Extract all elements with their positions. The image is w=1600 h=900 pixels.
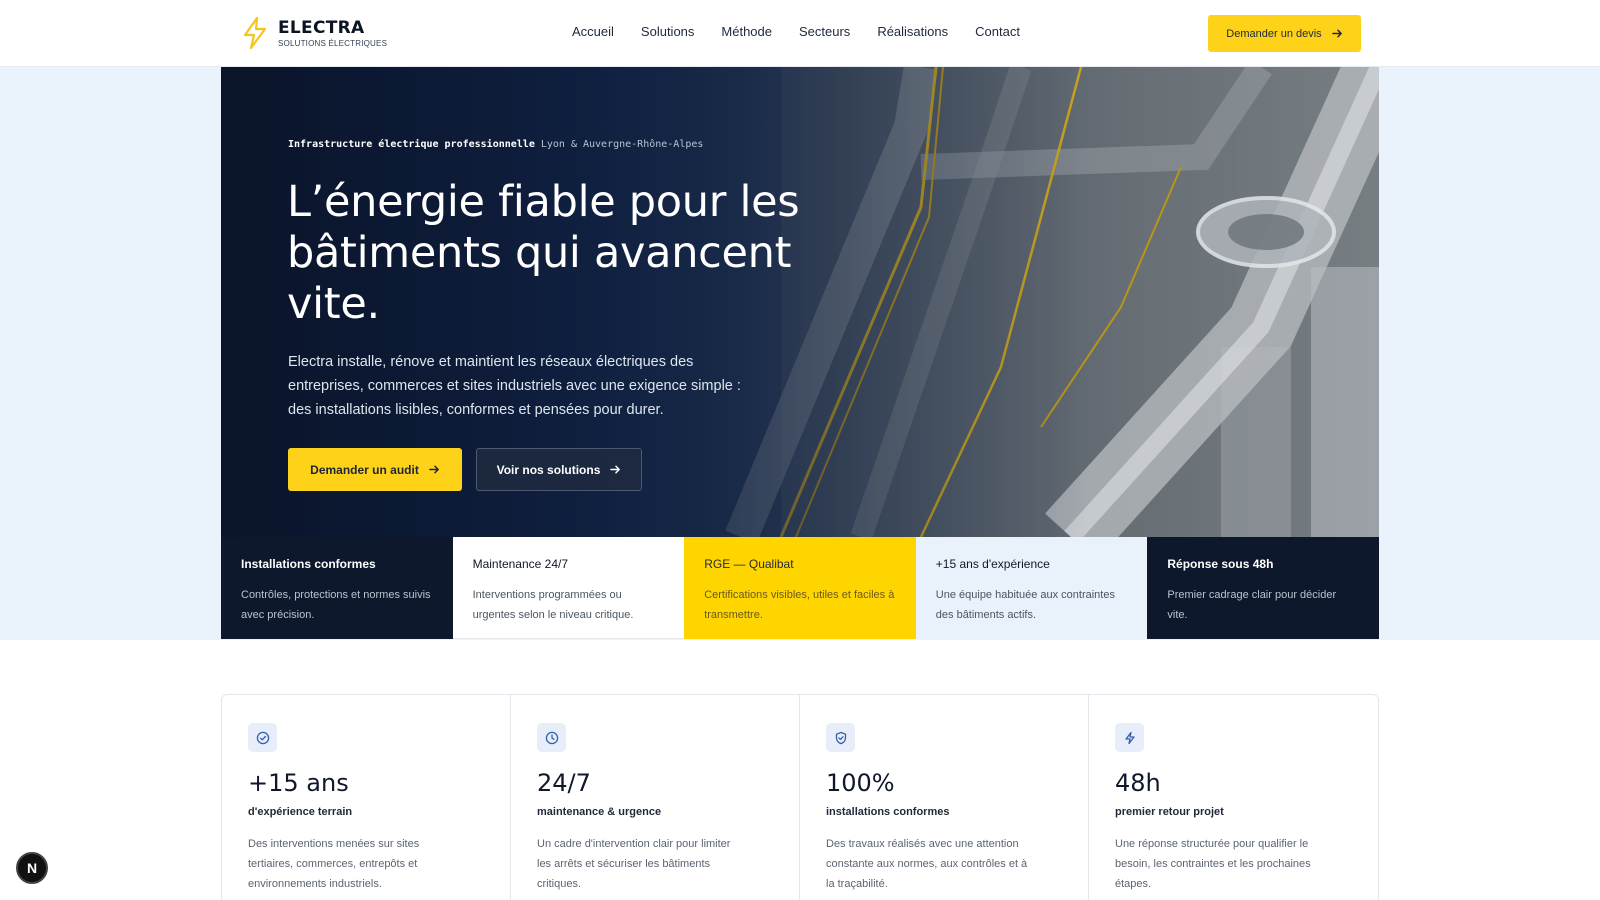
check-circle-icon <box>248 723 277 752</box>
brand-name: ELECTRA <box>278 18 365 38</box>
hero-eyebrow: Infrastructure électrique professionnell… <box>288 139 703 150</box>
stat-card: 100% installations conformes Des travaux… <box>800 695 1089 900</box>
nav-item-solutions[interactable]: Solutions <box>641 24 694 39</box>
nav-item-methode[interactable]: Méthode <box>721 24 772 39</box>
request-audit-label: Demander un audit <box>310 462 419 477</box>
see-solutions-label: Voir nos solutions <box>496 462 601 477</box>
dev-tools-badge[interactable]: N <box>16 852 48 884</box>
feature-card: +15 ans d'expérience Une équipe habituée… <box>915 537 1148 639</box>
arrow-right-icon <box>1331 29 1342 38</box>
brand-logo[interactable]: ELECTRA SOLUTIONS ÉLECTRIQUES <box>240 16 387 50</box>
stat-label: maintenance & urgence <box>537 806 662 818</box>
eyebrow-strong: Infrastructure électrique professionnell… <box>288 139 535 150</box>
feature-card: Installations conformes Contrôles, prote… <box>221 537 453 639</box>
feature-desc: Une équipe habituée aux contraintes des … <box>935 589 1115 621</box>
feature-card: Maintenance 24/7 Interventions programmé… <box>452 537 685 639</box>
nav-item-realisations[interactable]: Réalisations <box>877 24 948 39</box>
feature-strip: Installations conformes Contrôles, prote… <box>221 537 1379 639</box>
stat-value: 100% <box>826 769 895 797</box>
stat-desc: Des interventions menées sur sites terti… <box>248 838 420 890</box>
stat-card: 24/7 maintenance & urgence Un cadre d'in… <box>511 695 800 900</box>
arrow-right-icon <box>610 465 621 474</box>
feature-desc: Premier cadrage clair pour décider vite. <box>1167 589 1337 621</box>
stat-desc: Une réponse structurée pour qualifier le… <box>1115 838 1311 890</box>
stat-desc: Un cadre d'intervention clair pour limit… <box>537 838 731 890</box>
stats-section: +15 ans d'expérience terrain Des interve… <box>221 694 1379 900</box>
stat-label: installations conformes <box>826 806 950 818</box>
lightning-icon <box>1115 723 1144 752</box>
feature-desc: Interventions programmées ou urgentes se… <box>472 589 634 621</box>
feature-title: RGE — Qualibat <box>704 557 794 571</box>
feature-title: Installations conformes <box>241 557 376 571</box>
feature-title: Réponse sous 48h <box>1167 557 1274 571</box>
stat-value: 48h <box>1115 769 1161 797</box>
main-nav: Accueil Solutions Méthode Secteurs Réali… <box>572 24 1047 39</box>
stat-value: 24/7 <box>537 769 591 797</box>
nav-item-secteurs[interactable]: Secteurs <box>799 24 850 39</box>
stat-label: premier retour projet <box>1115 806 1224 818</box>
feature-desc: Contrôles, protections et normes suivis … <box>241 589 431 621</box>
shield-check-icon <box>826 723 855 752</box>
clock-icon <box>537 723 566 752</box>
stat-desc: Des travaux réalisés avec une attention … <box>826 838 1028 890</box>
feature-desc: Certifications visibles, utiles et facil… <box>704 589 895 621</box>
nav-item-contact[interactable]: Contact <box>975 24 1020 39</box>
lightning-logo-icon <box>243 16 267 50</box>
site-header: ELECTRA SOLUTIONS ÉLECTRIQUES Accueil So… <box>0 0 1600 67</box>
arrow-right-icon <box>429 465 439 474</box>
see-solutions-button[interactable]: Voir nos solutions <box>476 448 642 491</box>
hero-subtitle: Electra installe, rénove et maintient le… <box>288 354 741 418</box>
request-audit-button[interactable]: Demander un audit <box>288 448 462 491</box>
request-quote-label: Demander un devis <box>1226 27 1322 40</box>
stat-card: +15 ans d'expérience terrain Des interve… <box>222 695 511 900</box>
hero-title: L’énergie fiable pour les bâtiments qui … <box>287 177 800 329</box>
request-quote-button[interactable]: Demander un devis <box>1208 15 1361 52</box>
brand-tagline: SOLUTIONS ÉLECTRIQUES <box>278 39 388 48</box>
nav-item-accueil[interactable]: Accueil <box>572 24 614 39</box>
feature-card: Réponse sous 48h Premier cadrage clair p… <box>1147 537 1379 639</box>
stat-card: 48h premier retour projet Une réponse st… <box>1089 695 1378 900</box>
hero-section: Infrastructure électrique professionnell… <box>221 67 1379 537</box>
feature-title: +15 ans d'expérience <box>935 557 1050 571</box>
eyebrow-location: Lyon & Auvergne-Rhône-Alpes <box>540 139 704 150</box>
stat-value: +15 ans <box>248 769 349 797</box>
feature-card: RGE — Qualibat Certifications visibles, … <box>684 537 916 639</box>
feature-title: Maintenance 24/7 <box>472 557 568 571</box>
stat-label: d'expérience terrain <box>248 806 353 818</box>
